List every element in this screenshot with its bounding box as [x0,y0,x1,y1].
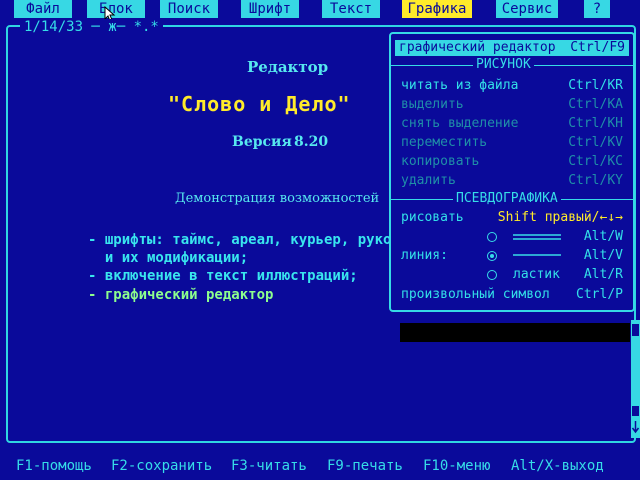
shortcut-copy: Ctrl/KC [568,154,623,169]
doc-version-label: Версия [232,134,292,150]
menu-help[interactable]: ? [584,0,610,18]
menu-service[interactable]: Сервис [496,0,558,18]
radio-double-line[interactable] [487,232,497,242]
section-pseudographics: ПСЕВДОГРАФИКА [453,192,561,206]
menu-file[interactable]: Файл [14,0,72,18]
menu-item-copy[interactable]: копировать [401,154,479,170]
shortcut-deselect: Ctrl/KH [568,116,623,131]
status-exit[interactable]: Alt/X-выход [511,458,604,474]
shortcut-any-symbol: Ctrl/P [576,287,623,302]
menu-item-graphic-editor[interactable]: графический редактор Ctrl/F9 [395,40,629,56]
line-label: линия: [401,248,448,263]
status-print[interactable]: F9-печать [327,458,403,474]
bullet-graphic-editor: - графический редактор [88,287,274,303]
status-save[interactable]: F2-сохранить [111,458,212,474]
item-label: графический редактор [399,40,556,55]
menu-item-draw[interactable]: рисовать [401,210,464,226]
popup-shadow [400,323,630,342]
doc-product-name: "Слово и Дело" [168,92,351,116]
scroll-thumb[interactable] [632,324,639,336]
bullet-fonts: - шрифты: таймс, ареал, курьер, рукоп [88,232,400,248]
menu-item-move[interactable]: переместить [401,135,487,151]
shortcut-single-line: Alt/V [583,248,623,263]
vertical-scrollbar[interactable] [631,320,640,438]
menu-font[interactable]: Шрифт [241,0,299,18]
menu-item-deselect[interactable]: снять выделение [401,116,518,132]
status-read[interactable]: F3-читать [231,458,307,474]
shortcut-draw: Shift правый/←↓→ [497,210,623,225]
item-shortcut: Ctrl/F9 [570,40,625,55]
menu-search[interactable]: Поиск [160,0,218,18]
menu-item-delete[interactable]: удалить [401,173,456,189]
scroll-segment [632,406,639,416]
graphics-dropdown: графический редактор Ctrl/F9 РИСУНОК чит… [389,32,635,312]
shortcut-select: Ctrl/KA [568,97,623,112]
radio-single-line[interactable] [487,251,497,261]
menu-item-read-file[interactable]: читать из файла [401,78,518,94]
scroll-down-arrow-icon[interactable] [631,420,640,434]
eraser-label: ластик [513,267,560,282]
shortcut-delete: Ctrl/KY [568,173,623,188]
section-picture: РИСУНОК [473,58,534,72]
shortcut-read-file: Ctrl/KR [568,78,623,93]
shortcut-eraser: Alt/R [583,267,623,282]
menu-block[interactable]: Блок [87,0,145,18]
status-help[interactable]: F1-помощь [16,458,92,474]
menu-item-any-symbol[interactable]: произвольный символ [401,287,550,303]
double-line-icon [513,234,561,240]
shortcut-double-line: Alt/W [583,229,623,244]
doc-demo-heading: Демонстрация возможностей [175,191,380,206]
doc-version: 8.20 [294,134,329,150]
status-menu[interactable]: F10-меню [423,458,490,474]
single-line-icon [513,254,561,256]
doc-title: Редактор [247,58,329,76]
bullet-fonts-cont: и их модификации; [88,250,249,266]
shortcut-move: Ctrl/KV [568,135,623,150]
menu-graphics[interactable]: Графика [402,0,472,18]
frame-title: 1/14/33 ─ ж─ *.* [20,19,163,35]
menu-item-select[interactable]: выделить [401,97,464,113]
bullet-illustrations: - включение в текст иллюстраций; [88,268,358,284]
radio-eraser[interactable] [487,270,497,280]
menu-text[interactable]: Текст [322,0,380,18]
